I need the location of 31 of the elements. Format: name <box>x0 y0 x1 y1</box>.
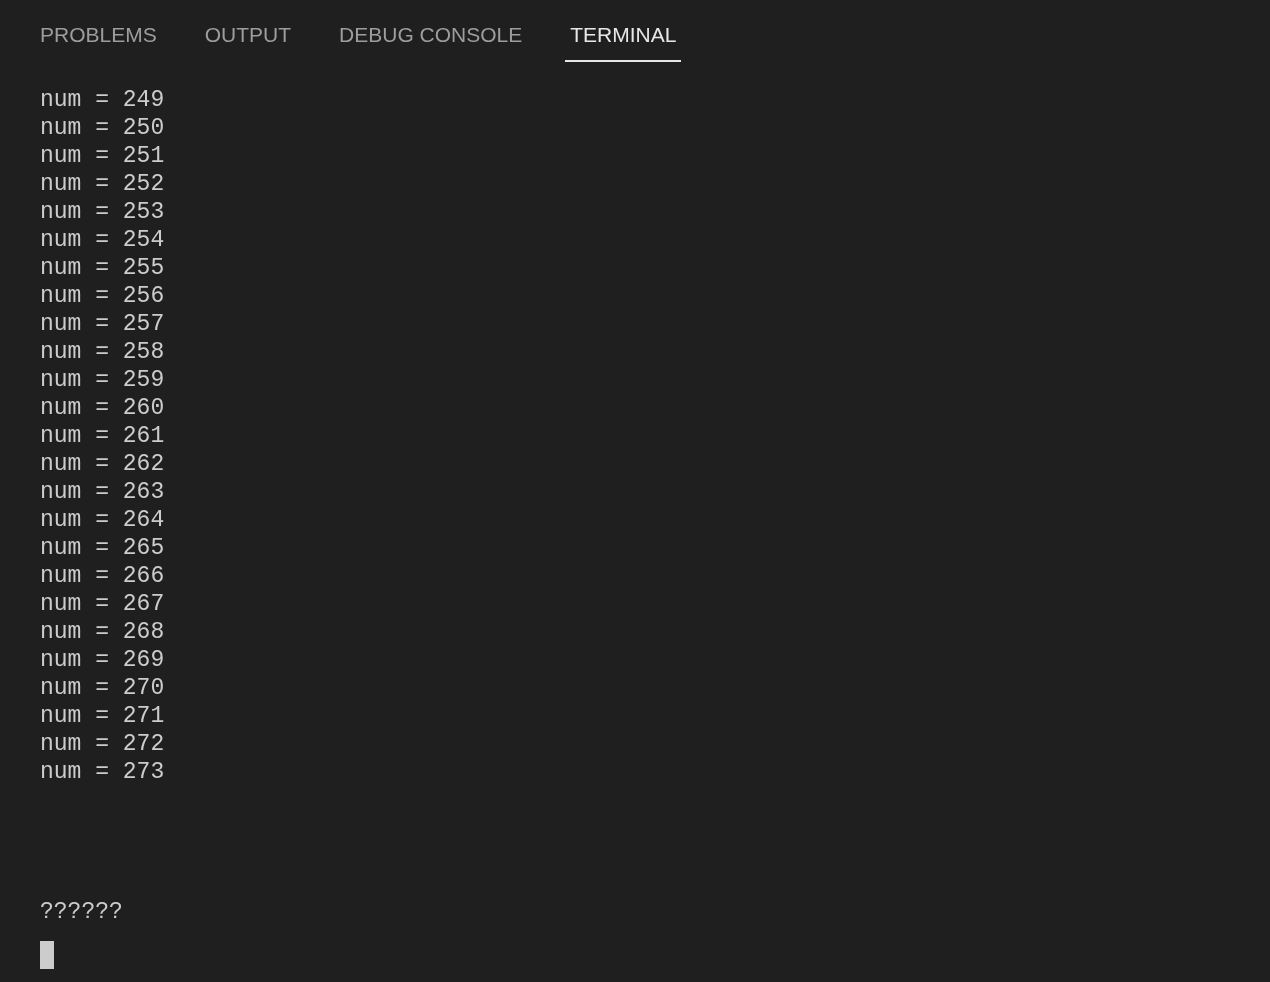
panel-tab[interactable]: OUTPUT <box>199 20 297 62</box>
terminal-line: num = 270 <box>40 674 165 702</box>
terminal-line: num = 252 <box>40 170 165 198</box>
terminal-line: num = 266 <box>40 562 165 590</box>
terminal-line: num = 265 <box>40 534 165 562</box>
terminal-line: num = 272 <box>40 730 165 758</box>
terminal-line: num = 254 <box>40 226 165 254</box>
terminal-line: ?????? <box>40 898 123 926</box>
terminal-line: num = 253 <box>40 198 165 226</box>
terminal-line: num = 269 <box>40 646 165 674</box>
terminal-line: num = 264 <box>40 506 165 534</box>
terminal-line: num = 258 <box>40 338 165 366</box>
terminal-line: num = 259 <box>40 366 165 394</box>
terminal-line: num = 260 <box>40 394 165 422</box>
terminal-line: num = 271 <box>40 702 165 730</box>
terminal-cursor <box>40 941 54 969</box>
terminal-line: num = 255 <box>40 254 165 282</box>
terminal-line: num = 251 <box>40 142 165 170</box>
terminal-line: num = 257 <box>40 310 165 338</box>
terminal-line: num = 273 <box>40 758 165 786</box>
terminal-line: num = 256 <box>40 282 165 310</box>
terminal-line: num = 249 <box>40 86 165 114</box>
terminal-line: num = 268 <box>40 618 165 646</box>
terminal-line: num = 262 <box>40 450 165 478</box>
terminal-line: num = 267 <box>40 590 165 618</box>
terminal-line: num = 263 <box>40 478 165 506</box>
panel-tab[interactable]: PROBLEMS <box>35 20 162 62</box>
panel-tab[interactable]: DEBUG CONSOLE <box>334 20 528 62</box>
terminal-line: num = 261 <box>40 422 165 450</box>
panel-tab[interactable]: TERMINAL <box>565 20 682 62</box>
terminal-line: num = 250 <box>40 114 165 142</box>
